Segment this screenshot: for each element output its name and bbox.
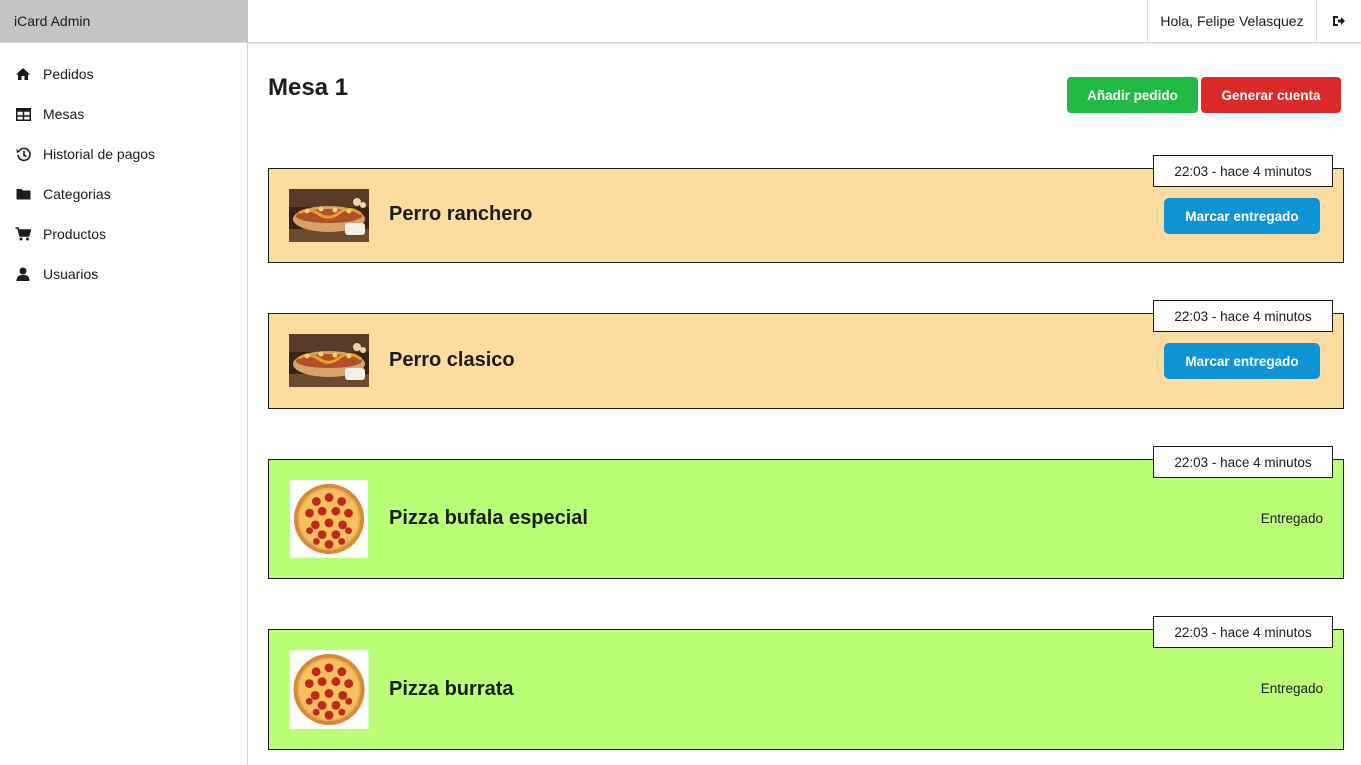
top-bar: iCard Admin Hola, Felipe Velasquez: [0, 0, 1361, 43]
sidebar-item-categorias[interactable]: Categorias: [0, 174, 247, 214]
sidebar-item-historial[interactable]: Historial de pagos: [0, 134, 247, 174]
order-product-name: Perro clasico: [389, 349, 515, 371]
sidebar-item-label: Mesas: [43, 106, 85, 122]
user-icon: [14, 266, 32, 282]
pizza-image: [289, 650, 369, 729]
hotdog-image: [289, 334, 369, 387]
order-status-label: Entregado: [1260, 511, 1323, 526]
page-title: Mesa 1: [268, 74, 349, 101]
sign-out-icon: [1333, 16, 1345, 26]
sidebar-item-productos[interactable]: Productos: [0, 214, 247, 254]
sidebar-item-usuarios[interactable]: Usuarios: [0, 254, 247, 294]
hotdog-image: [289, 189, 369, 242]
sidebar-item-label: Productos: [43, 226, 107, 242]
order-card: Perro ranchero 22:03 - hace 4 minutos Ma…: [268, 155, 1344, 263]
order-card: Pizza burrata 22:03 - hace 4 minutos Ent…: [268, 616, 1344, 750]
history-icon: [14, 146, 32, 162]
logout-button[interactable]: [1316, 0, 1361, 42]
add-order-button[interactable]: Añadir pedido: [1067, 77, 1198, 113]
sidebar: Pedidos Mesas Historial de pagos Categor…: [0, 43, 248, 765]
order-card: Pizza bufala especial 22:03 - hace 4 min…: [268, 446, 1344, 579]
order-time-badge: 22:03 - hace 4 minutos: [1153, 300, 1333, 332]
pizza-image: [289, 480, 369, 558]
home-icon: [14, 66, 32, 82]
order-time-badge: 22:03 - hace 4 minutos: [1153, 616, 1333, 648]
table-icon: [14, 106, 32, 122]
order-time-badge: 22:03 - hace 4 minutos: [1153, 446, 1333, 478]
order-product-name: Pizza bufala especial: [389, 507, 588, 529]
order-product-name: Perro ranchero: [389, 203, 533, 225]
order-product-name: Pizza burrata: [389, 678, 514, 700]
folder-icon: [14, 186, 32, 202]
mark-delivered-button[interactable]: Marcar entregado: [1164, 198, 1320, 234]
mark-delivered-button[interactable]: Marcar entregado: [1164, 343, 1320, 379]
sidebar-item-label: Usuarios: [43, 266, 99, 282]
cart-icon: [14, 226, 32, 242]
sidebar-item-label: Pedidos: [43, 66, 94, 82]
sidebar-item-label: Categorias: [43, 186, 111, 202]
sidebar-item-pedidos[interactable]: Pedidos: [0, 54, 247, 94]
sidebar-item-mesas[interactable]: Mesas: [0, 94, 247, 134]
user-greeting: Hola, Felipe Velasquez: [1147, 0, 1316, 42]
sidebar-item-label: Historial de pagos: [43, 146, 156, 162]
generate-bill-button[interactable]: Generar cuenta: [1201, 77, 1341, 113]
order-card: Perro clasico 22:03 - hace 4 minutos Mar…: [268, 300, 1344, 409]
order-time-badge: 22:03 - hace 4 minutos: [1153, 155, 1333, 187]
order-status-label: Entregado: [1260, 681, 1323, 696]
app-brand[interactable]: iCard Admin: [0, 0, 248, 42]
